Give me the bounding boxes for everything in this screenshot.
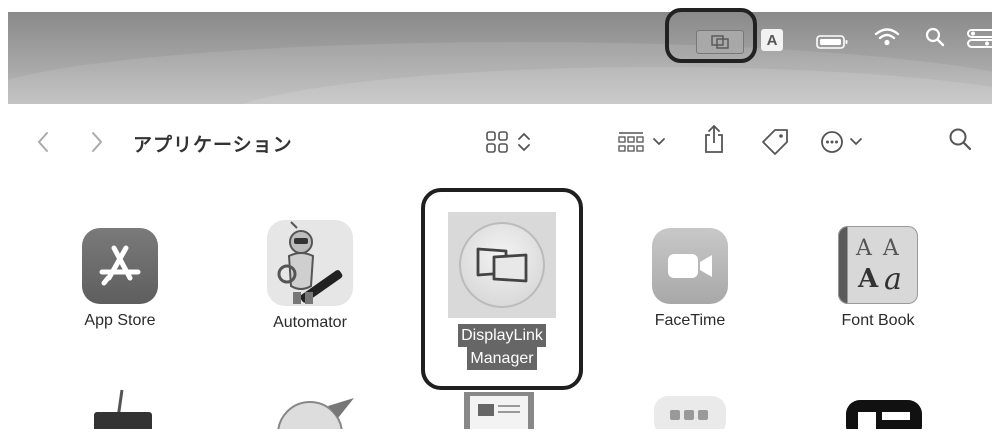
menu-bar: A [8, 12, 992, 104]
app-icon-partial-4[interactable] [648, 388, 738, 448]
menubar-highlight-callout [665, 8, 757, 63]
automator-item[interactable]: Automator [245, 220, 375, 332]
icon-view-button[interactable] [486, 130, 542, 154]
keynote-icon-partial[interactable] [456, 388, 546, 448]
app-label: FaceTime [654, 312, 726, 329]
app-label: Font Book [841, 312, 915, 329]
group-button[interactable] [618, 130, 674, 154]
app-icon-partial-1[interactable] [80, 388, 170, 448]
automator-robot-icon [267, 220, 353, 306]
app-icon-partial-2[interactable] [268, 388, 358, 448]
battery-icon[interactable] [816, 31, 850, 53]
share-button[interactable] [703, 124, 725, 154]
app-icon-partial-5[interactable] [840, 388, 930, 448]
font-book-glyphs-top: A A [856, 236, 901, 261]
spotlight-icon[interactable] [925, 26, 945, 48]
wifi-icon[interactable] [874, 26, 900, 48]
window-title: アプリケーション [133, 135, 293, 156]
facetime-item[interactable]: FaceTime [630, 228, 750, 330]
font-book-glyph-a: A [858, 264, 879, 294]
finder-toolbar: アプリケーション [0, 118, 992, 168]
more-actions-button[interactable] [820, 130, 868, 154]
search-icon[interactable] [948, 127, 972, 151]
app-store-item[interactable]: App Store [60, 228, 180, 330]
app-label: App Store [84, 312, 156, 329]
control-center-icon[interactable] [967, 28, 992, 50]
facetime-icon [652, 228, 728, 304]
app-store-icon [82, 228, 158, 304]
displaylink-highlight-callout [421, 188, 583, 390]
forward-button[interactable] [90, 130, 104, 154]
font-book-item[interactable]: A A A a Font Book [808, 226, 948, 330]
input-source-icon[interactable]: A [761, 29, 783, 51]
font-book-glyph-italic-a: a [884, 262, 902, 297]
back-button[interactable] [36, 130, 50, 154]
tag-button[interactable] [760, 127, 790, 157]
font-book-icon: A A A a [838, 226, 918, 304]
app-label: Automator [273, 314, 347, 331]
